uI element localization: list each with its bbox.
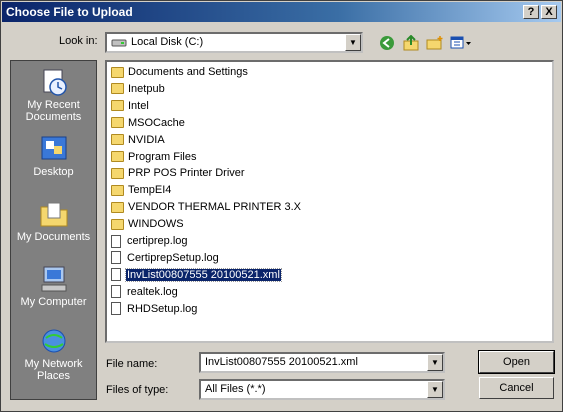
document-icon bbox=[111, 285, 121, 299]
list-item-label: RHDSetup.log bbox=[127, 302, 198, 315]
document-icon bbox=[111, 302, 121, 316]
my-documents-icon bbox=[40, 202, 67, 227]
list-item-label: Program Files bbox=[128, 150, 197, 163]
folder-icon bbox=[111, 134, 124, 146]
list-item-label: CertiprepSetup.log bbox=[127, 251, 219, 264]
my-computer-icon bbox=[41, 266, 66, 292]
up-folder-icon[interactable] bbox=[401, 33, 421, 53]
place-my-documents[interactable]: My Documents bbox=[11, 199, 96, 243]
file-name-value: InvList00807555 20100521.xml bbox=[205, 356, 358, 368]
back-icon[interactable] bbox=[377, 33, 397, 53]
place-label: My Network Places bbox=[24, 358, 83, 382]
place-label: My Computer bbox=[20, 296, 87, 308]
file-type-label: Files of type: bbox=[106, 384, 169, 396]
list-item[interactable]: CertiprepSetup.log bbox=[111, 250, 220, 266]
help-button[interactable]: ? bbox=[523, 5, 539, 19]
recent-documents-icon bbox=[43, 69, 67, 96]
list-item[interactable]: certiprep.log bbox=[111, 233, 189, 249]
place-desktop[interactable]: Desktop bbox=[11, 134, 96, 178]
new-folder-icon[interactable] bbox=[425, 33, 445, 53]
file-type-value: All Files (*.*) bbox=[205, 383, 266, 395]
file-type-select[interactable]: All Files (*.*) ▼ bbox=[199, 379, 445, 400]
list-item-label: Inetpub bbox=[128, 82, 165, 95]
place-label: My Recent Documents bbox=[25, 99, 82, 123]
place-network-places[interactable]: My Network Places bbox=[11, 326, 96, 382]
list-item-label: PRP POS Printer Driver bbox=[128, 167, 245, 180]
places-bar: My Recent Documents Desktop My Documents… bbox=[10, 60, 97, 400]
title-bar[interactable]: Choose File to Upload ? X bbox=[2, 2, 561, 22]
folder-icon bbox=[111, 117, 124, 129]
open-button[interactable]: Open bbox=[478, 350, 555, 374]
list-item-label: TempEI4 bbox=[128, 184, 172, 197]
folder-icon bbox=[111, 100, 124, 112]
list-item[interactable]: Program Files bbox=[111, 149, 197, 165]
list-item-label: VENDOR THERMAL PRINTER 3.X bbox=[128, 201, 301, 214]
place-label: My Documents bbox=[16, 231, 91, 243]
list-item[interactable]: MSOCache bbox=[111, 115, 186, 131]
list-item-label: MSOCache bbox=[128, 116, 185, 129]
network-places-icon bbox=[42, 329, 65, 353]
list-item-label: realtek.log bbox=[127, 285, 178, 298]
close-button[interactable]: X bbox=[541, 5, 557, 19]
window-title: Choose File to Upload bbox=[6, 5, 133, 19]
list-item[interactable]: TempEI4 bbox=[111, 182, 172, 198]
list-item-label: Documents and Settings bbox=[128, 66, 248, 78]
list-item[interactable]: NVIDIA bbox=[111, 132, 166, 148]
list-item[interactable]: PRP POS Printer Driver bbox=[111, 165, 246, 181]
chevron-down-icon[interactable]: ▼ bbox=[345, 34, 361, 51]
local-disk-icon bbox=[111, 39, 127, 47]
folder-icon bbox=[111, 66, 124, 78]
place-my-computer[interactable]: My Computer bbox=[11, 264, 96, 308]
list-item[interactable]: Documents and Settings bbox=[111, 64, 249, 80]
look-in-select[interactable]: Local Disk (C:) ▼ bbox=[105, 32, 363, 53]
list-item-label: NVIDIA bbox=[128, 133, 165, 146]
place-recent-documents[interactable]: My Recent Documents bbox=[11, 67, 96, 123]
list-item[interactable]: VENDOR THERMAL PRINTER 3.X bbox=[111, 199, 302, 215]
document-icon bbox=[111, 234, 121, 248]
list-item[interactable]: realtek.log bbox=[111, 284, 179, 300]
folder-icon bbox=[111, 83, 124, 95]
list-item[interactable]: Inetpub bbox=[111, 81, 166, 97]
folder-icon bbox=[111, 184, 124, 196]
list-item[interactable]: Intel bbox=[111, 98, 150, 114]
look-in-label: Look in: bbox=[59, 35, 98, 47]
view-menu-icon[interactable] bbox=[449, 33, 473, 53]
desktop-icon bbox=[41, 136, 66, 160]
file-name-label: File name: bbox=[106, 358, 158, 370]
place-label: Desktop bbox=[33, 166, 74, 178]
list-item-label: certiprep.log bbox=[127, 235, 188, 247]
cancel-button[interactable]: Cancel bbox=[479, 377, 554, 399]
file-name-input[interactable]: InvList00807555 20100521.xml ▼ bbox=[199, 352, 445, 373]
list-item-label: Intel bbox=[128, 99, 149, 112]
folder-icon bbox=[111, 201, 124, 213]
folder-icon bbox=[111, 167, 124, 179]
chevron-down-icon[interactable]: ▼ bbox=[427, 381, 443, 398]
file-list[interactable]: Documents and Settings Inetpub Intel MSOCac… bbox=[105, 60, 554, 343]
chevron-down-icon[interactable]: ▼ bbox=[427, 354, 443, 371]
folder-icon bbox=[111, 151, 124, 162]
document-icon bbox=[111, 268, 121, 282]
file-upload-dialog: Choose File to Upload ? X Look in: Local… bbox=[0, 0, 563, 412]
folder-icon bbox=[111, 218, 124, 230]
list-item[interactable]: InvList00807555 20100521.xml bbox=[111, 267, 282, 283]
list-item[interactable]: RHDSetup.log bbox=[111, 301, 198, 317]
list-item[interactable]: WINDOWS bbox=[111, 216, 185, 232]
list-item-label: InvList00807555 20100521.xml bbox=[125, 267, 282, 282]
list-item-label: WINDOWS bbox=[128, 218, 184, 231]
document-icon bbox=[111, 251, 121, 265]
